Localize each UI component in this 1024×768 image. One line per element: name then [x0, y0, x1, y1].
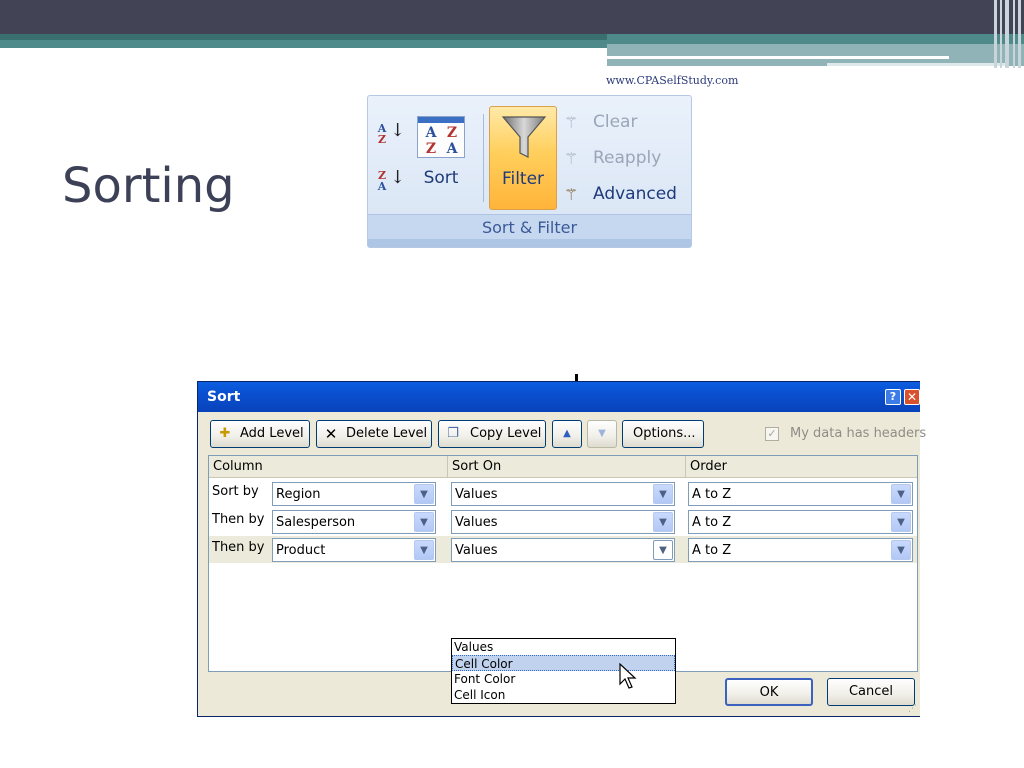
- ribbon-sort-filter-group: A Z ↓ Z A ↓ A Z Z A Sort Filter ⚚ Clear …: [367, 95, 692, 248]
- column-header: Column: [209, 456, 448, 478]
- copy-icon: ❐: [447, 426, 459, 441]
- dropdown-option[interactable]: Values: [452, 639, 675, 655]
- chevron-down-icon[interactable]: ▼: [891, 512, 911, 532]
- sort-on-header: Sort On: [448, 456, 686, 478]
- order-select[interactable]: A to Z ▼: [688, 482, 913, 506]
- sort-level-row[interactable]: Sort by Region ▼ Values ▼ A to Z ▼: [209, 480, 917, 507]
- chevron-down-icon[interactable]: ▼: [414, 540, 434, 560]
- sort-on-select[interactable]: Values ▼: [451, 538, 675, 562]
- order-header: Order: [690, 459, 727, 474]
- sort-on-select[interactable]: Values ▼: [451, 482, 675, 506]
- sort-level-row-selected[interactable]: Then by Product ▼ Values ▼ A to Z ▼: [209, 536, 917, 563]
- funnel-icon: [501, 116, 547, 158]
- slide-header-stripes: [992, 0, 1024, 68]
- level-label: Then by: [212, 540, 265, 555]
- slide-title: Sorting: [62, 158, 235, 214]
- move-down-button[interactable]: ▼: [587, 420, 617, 448]
- slide-header-line: [827, 63, 1007, 66]
- column-select[interactable]: Salesperson ▼: [272, 510, 436, 534]
- down-arrow-icon: ↓: [390, 120, 406, 141]
- cancel-button[interactable]: Cancel: [827, 678, 915, 706]
- chevron-down-icon[interactable]: ▼: [891, 540, 911, 560]
- sort-on-select[interactable]: Values ▼: [451, 510, 675, 534]
- sort-z-to-a-icon: Z A: [377, 169, 387, 193]
- sort-dialog: Sort ? ✕ ✚ Add Level ✕ Delete Level ❐ Co…: [197, 381, 926, 717]
- ribbon-group-label: Sort & Filter: [368, 214, 691, 240]
- chevron-down-icon[interactable]: ▼: [653, 484, 673, 504]
- add-level-button[interactable]: ✚ Add Level: [210, 420, 310, 448]
- order-select[interactable]: A to Z ▼: [688, 538, 913, 562]
- sort-levels-grid: Column Sort On Order Sort by Region ▼ Va…: [208, 455, 918, 704]
- chevron-down-icon[interactable]: ▼: [653, 540, 673, 560]
- ok-button[interactable]: OK: [725, 678, 813, 706]
- copy-level-button[interactable]: ❐ Copy Level: [438, 420, 546, 448]
- chevron-down-icon[interactable]: ▼: [891, 484, 911, 504]
- filter-button[interactable]: Filter: [489, 106, 557, 210]
- ribbon-bottom-edge: [368, 239, 691, 247]
- sort-button[interactable]: Sort: [420, 168, 462, 188]
- advanced-filter-icon: ⚚: [564, 185, 579, 204]
- add-level-icon: ✚: [219, 426, 231, 441]
- dropdown-option[interactable]: Cell Icon: [452, 687, 675, 703]
- sort-on-dropdown-list: Values Cell Color Font Color Cell Icon: [451, 638, 676, 704]
- column-select[interactable]: Product ▼: [272, 538, 436, 562]
- sort-a-to-z-icon: A Z: [377, 122, 387, 146]
- clear-filter-icon: ⚚: [564, 113, 579, 132]
- order-select[interactable]: A to Z ▼: [688, 510, 913, 534]
- resize-grip-icon[interactable]: ⋰: [908, 704, 918, 714]
- slide-header-light-band: [607, 44, 1024, 66]
- column-select[interactable]: Region ▼: [272, 482, 436, 506]
- up-arrow-icon: ▲: [563, 428, 571, 439]
- slide: www.CPASelfStudy.com Sorting A Z ↓ Z A ↓…: [0, 0, 1024, 768]
- options-button[interactable]: Options...: [622, 420, 704, 448]
- dialog-title: Sort: [207, 389, 241, 405]
- slide-header-line: [607, 56, 949, 59]
- checkmark-icon[interactable]: ✓: [765, 427, 779, 441]
- ribbon-separator: [483, 114, 484, 202]
- move-up-button[interactable]: ▲: [552, 420, 582, 448]
- reapply-filter-icon: ⚚: [564, 149, 579, 168]
- grid-header: Column Sort On Order: [209, 456, 917, 478]
- dialog-titlebar[interactable]: Sort ? ✕: [198, 382, 920, 412]
- level-label: Sort by: [212, 484, 259, 499]
- mouse-cursor-icon: [619, 663, 637, 689]
- level-label: Then by: [212, 512, 265, 527]
- chevron-down-icon[interactable]: ▼: [653, 512, 673, 532]
- close-icon[interactable]: ✕: [904, 389, 920, 405]
- sort-a-to-z-button[interactable]: A Z ↓: [376, 120, 406, 149]
- down-arrow-icon: ▼: [598, 428, 606, 439]
- site-url: www.CPASelfStudy.com: [606, 74, 739, 87]
- help-icon[interactable]: ?: [885, 389, 901, 405]
- delete-level-button[interactable]: ✕ Delete Level: [316, 420, 432, 448]
- delete-x-icon: ✕: [324, 425, 338, 443]
- chevron-down-icon[interactable]: ▼: [414, 484, 434, 504]
- dropdown-option-highlighted[interactable]: Cell Color: [452, 655, 675, 671]
- down-arrow-icon: ↓: [390, 167, 406, 188]
- slide-header-teal-accent: [0, 34, 607, 40]
- chevron-down-icon[interactable]: ▼: [414, 512, 434, 532]
- sort-icon[interactable]: A Z Z A: [417, 116, 465, 158]
- dropdown-option[interactable]: Font Color: [452, 671, 675, 687]
- slide-header-band: [0, 0, 1024, 34]
- sort-z-to-a-button[interactable]: Z A ↓: [376, 167, 406, 196]
- sort-level-row[interactable]: Then by Salesperson ▼ Values ▼ A to Z ▼: [209, 508, 917, 535]
